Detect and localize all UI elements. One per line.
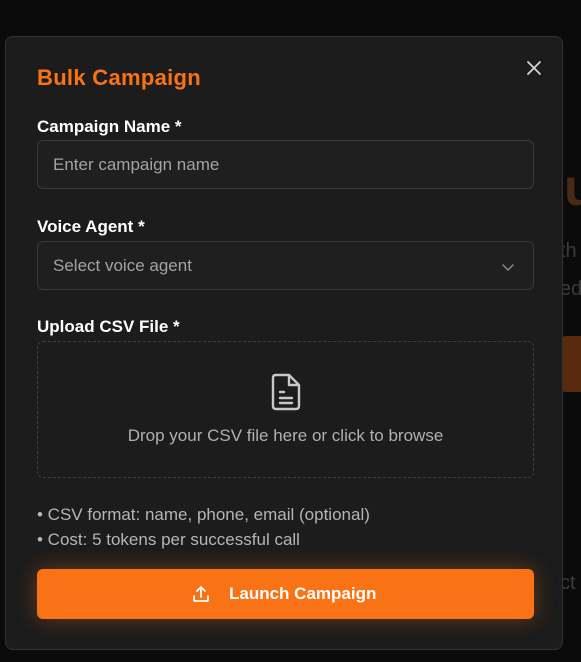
close-icon — [527, 61, 541, 75]
upload-icon — [193, 586, 209, 602]
background-heading-fragment: u — [564, 159, 581, 217]
voice-agent-label: Voice Agent * — [37, 217, 145, 236]
campaign-name-label: Campaign Name * — [37, 117, 182, 136]
csv-dropzone[interactable]: Drop your CSV file here or click to brow… — [37, 341, 534, 478]
bulk-campaign-modal: Bulk Campaign Campaign Name * Voice Agen… — [5, 36, 563, 650]
dropzone-text: Drop your CSV file here or click to brow… — [127, 426, 444, 445]
file-text-icon — [271, 373, 301, 411]
voice-agent-select[interactable]: Select voice agent — [37, 241, 534, 290]
campaign-name-input[interactable] — [37, 140, 534, 189]
note-cost: • Cost: 5 tokens per successful call — [37, 530, 300, 549]
modal-title: Bulk Campaign — [37, 65, 202, 90]
launch-campaign-label: Launch Campaign — [229, 584, 377, 603]
background-text-fragment: ed — [560, 278, 581, 300]
note-format: • CSV format: name, phone, email (option… — [37, 505, 370, 524]
csv-upload-label: Upload CSV File * — [37, 317, 180, 336]
background-button-fragment — [560, 336, 581, 392]
launch-campaign-button[interactable]: Launch Campaign — [37, 569, 534, 619]
close-button[interactable] — [524, 58, 544, 78]
voice-agent-placeholder: Select voice agent — [53, 256, 192, 275]
csv-notes: • CSV format: name, phone, email (option… — [37, 502, 370, 552]
chevron-down-icon — [502, 264, 514, 271]
